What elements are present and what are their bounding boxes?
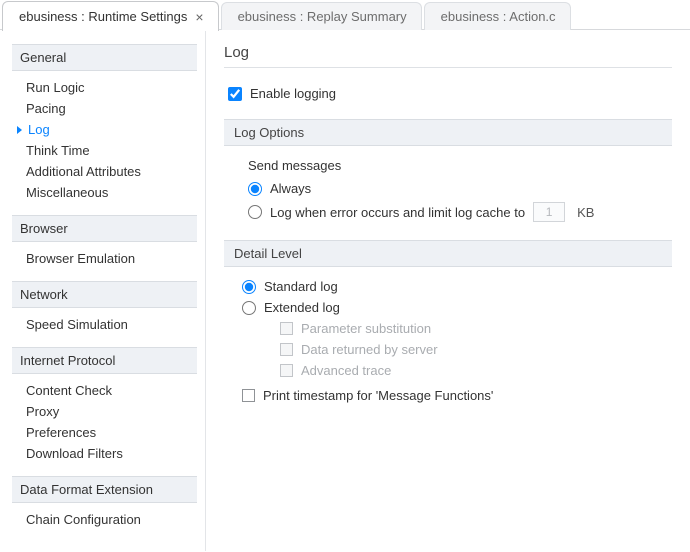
cache-unit-label: KB	[577, 205, 594, 220]
nav-item-label: Additional Attributes	[26, 164, 141, 179]
send-always-label: Always	[270, 181, 311, 196]
nav-item-label: Run Logic	[26, 80, 85, 95]
nav-list: Content Check Proxy Preferences Download Fi…	[12, 374, 197, 470]
nav-item-content-check[interactable]: Content Check	[16, 380, 197, 401]
nav-item-download-filters[interactable]: Download Filters	[16, 443, 197, 464]
nav-item-speed-simulation[interactable]: Speed Simulation	[16, 314, 197, 335]
extended-log-radio[interactable]	[242, 301, 256, 315]
enable-logging-row: Enable logging	[228, 86, 672, 101]
enable-logging-label: Enable logging	[250, 86, 336, 101]
sidebar: General Run Logic Pacing Log Think Time Addit…	[0, 30, 206, 551]
nav-item-log[interactable]: Log	[16, 119, 197, 140]
tab-label: ebusiness : Replay Summary	[238, 9, 407, 24]
extended-log-label: Extended log	[264, 300, 340, 315]
tab-ebusiness-replay-summary[interactable]: ebusiness : Replay Summary	[221, 2, 422, 30]
nav-item-pacing[interactable]: Pacing	[16, 98, 197, 119]
detail-level-header: Detail Level	[224, 240, 672, 267]
send-always-row: Always	[248, 181, 672, 196]
nav-item-label: Chain Configuration	[26, 512, 141, 527]
nav-item-label: Think Time	[26, 143, 90, 158]
tab-label: ebusiness : Action.c	[441, 9, 556, 24]
nav-item-label: Browser Emulation	[26, 251, 135, 266]
data-returned-row: Data returned by server	[280, 342, 672, 357]
data-returned-label: Data returned by server	[301, 342, 438, 357]
send-on-error-radio[interactable]	[248, 205, 262, 219]
divider	[224, 67, 672, 68]
section-header-network: Network	[12, 281, 197, 308]
nav-list: Speed Simulation	[12, 308, 197, 341]
print-ts-label: Print timestamp for 'Message Functions'	[263, 388, 493, 403]
nav-item-additional-attributes[interactable]: Additional Attributes	[16, 161, 197, 182]
section-header-browser: Browser	[12, 215, 197, 242]
nav-item-browser-emulation[interactable]: Browser Emulation	[16, 248, 197, 269]
nav-item-miscellaneous[interactable]: Miscellaneous	[16, 182, 197, 203]
log-options-header: Log Options	[224, 119, 672, 146]
nav-item-label: Content Check	[26, 383, 112, 398]
nav-item-label: Proxy	[26, 404, 59, 419]
section-header-data-format-extension: Data Format Extension	[12, 476, 197, 503]
section-header-internet-protocol: Internet Protocol	[12, 347, 197, 374]
section-header-general: General	[12, 44, 197, 71]
nav-item-label: Download Filters	[26, 446, 123, 461]
standard-log-label: Standard log	[264, 279, 338, 294]
data-returned-checkbox	[280, 343, 293, 356]
advanced-trace-row: Advanced trace	[280, 363, 672, 378]
print-ts-checkbox[interactable]	[242, 389, 255, 402]
nav-item-label: Preferences	[26, 425, 96, 440]
main-panel: Log Enable logging Log Options Send mess…	[206, 30, 690, 551]
nav-item-chain-configuration[interactable]: Chain Configuration	[16, 509, 197, 530]
nav-list: Run Logic Pacing Log Think Time Additional A…	[12, 71, 197, 209]
nav-list: Browser Emulation	[12, 242, 197, 275]
tab-ebusiness-runtime-settings[interactable]: ebusiness : Runtime Settings ×	[2, 1, 219, 31]
param-sub-label: Parameter substitution	[301, 321, 431, 336]
advanced-trace-checkbox	[280, 364, 293, 377]
page-title: Log	[224, 44, 672, 61]
nav-item-label: Log	[28, 122, 50, 137]
enable-logging-checkbox[interactable]	[228, 87, 242, 101]
nav-item-label: Miscellaneous	[26, 185, 108, 200]
nav-item-proxy[interactable]: Proxy	[16, 401, 197, 422]
print-ts-row: Print timestamp for 'Message Functions'	[242, 388, 672, 403]
standard-log-radio[interactable]	[242, 280, 256, 294]
nav-item-label: Pacing	[26, 101, 66, 116]
advanced-trace-label: Advanced trace	[301, 363, 391, 378]
tab-strip: ebusiness : Runtime Settings×ebusiness :…	[0, 0, 690, 30]
standard-log-row: Standard log	[242, 279, 672, 294]
nav-list: Chain Configuration	[12, 503, 197, 536]
nav-item-preferences[interactable]: Preferences	[16, 422, 197, 443]
param-sub-checkbox	[280, 322, 293, 335]
active-marker-icon	[17, 126, 22, 134]
send-on-error-row: Log when error occurs and limit log cach…	[248, 202, 672, 222]
extended-log-row: Extended log	[242, 300, 672, 315]
send-on-error-label: Log when error occurs and limit log cach…	[270, 205, 525, 220]
nav-item-label: Speed Simulation	[26, 317, 128, 332]
tab-label: ebusiness : Runtime Settings	[19, 9, 187, 24]
nav-item-run-logic[interactable]: Run Logic	[16, 77, 197, 98]
send-messages-label: Send messages	[248, 158, 672, 173]
nav-item-think-time[interactable]: Think Time	[16, 140, 197, 161]
cache-size-input[interactable]	[533, 202, 565, 222]
param-sub-row: Parameter substitution	[280, 321, 672, 336]
send-always-radio[interactable]	[248, 182, 262, 196]
close-icon[interactable]: ×	[195, 10, 203, 24]
tab-ebusiness-action-c[interactable]: ebusiness : Action.c	[424, 2, 571, 30]
